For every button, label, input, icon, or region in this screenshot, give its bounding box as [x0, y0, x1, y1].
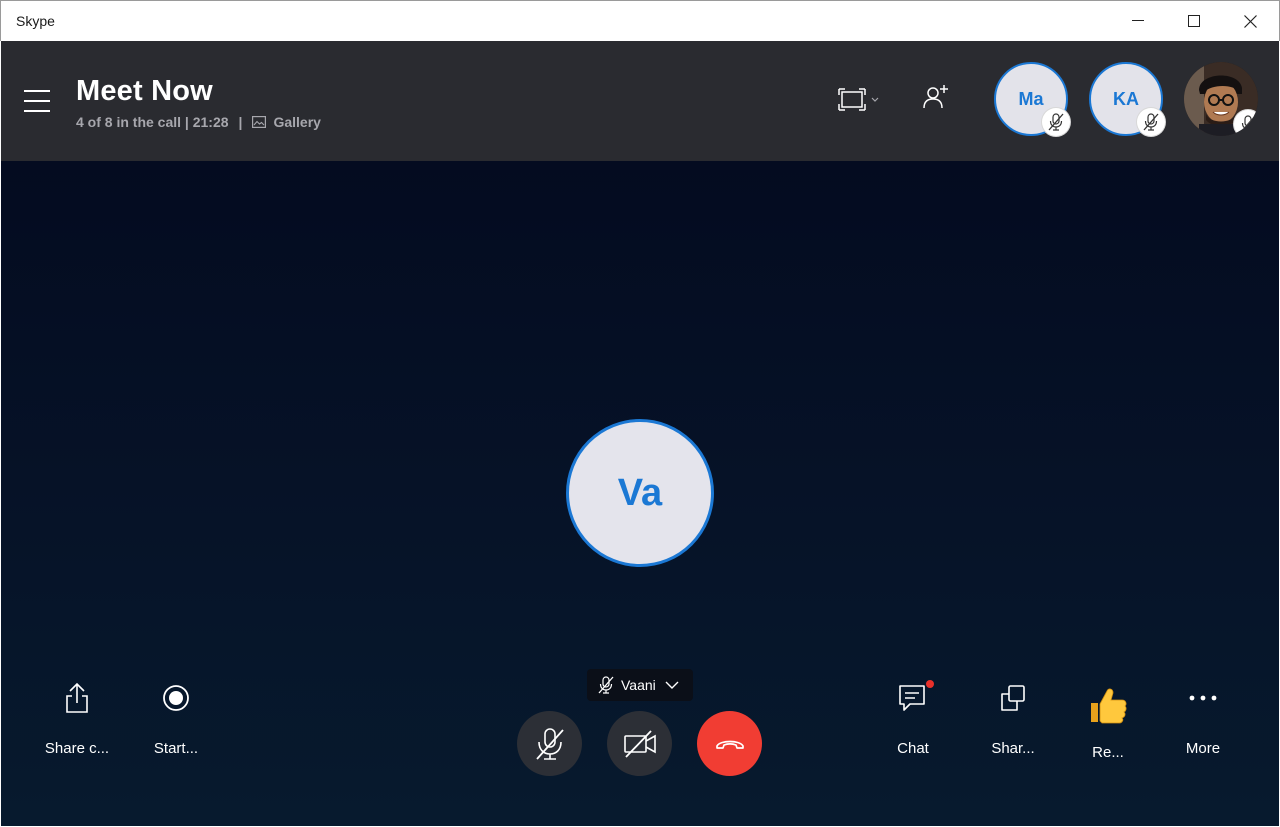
- share-screen-icon: [996, 681, 1030, 715]
- microphone-device-select[interactable]: Vaani: [587, 669, 693, 701]
- minimize-icon: [1131, 20, 1144, 21]
- share-screen-button[interactable]: Shar...: [963, 681, 1063, 771]
- mic-off-icon: [1240, 115, 1256, 133]
- muted-badge: [1234, 110, 1258, 136]
- more-label: More: [1185, 740, 1221, 757]
- close-window-button[interactable]: [1222, 1, 1279, 41]
- layout-icon: [838, 88, 879, 111]
- chevron-down-icon: [665, 681, 679, 689]
- participant-count: 4 of 8 in the call | 21:28: [76, 114, 229, 130]
- participant-avatar[interactable]: [1184, 62, 1258, 136]
- call-stage: Va Share c... Start... Vaani Chat Shar..…: [1, 161, 1279, 826]
- share-icon: [60, 681, 94, 715]
- meeting-title: Meet Now: [76, 75, 213, 107]
- participant-initials: KA: [1113, 88, 1139, 109]
- active-speaker-initials: Va: [617, 471, 663, 514]
- record-icon: [159, 681, 193, 715]
- meeting-subtitle: 4 of 8 in the call | 21:28 | Gallery: [76, 114, 321, 130]
- minimize-button[interactable]: [1109, 1, 1166, 41]
- chat-icon: [896, 681, 930, 715]
- react-button[interactable]: Re...: [1058, 681, 1158, 771]
- close-icon: [1244, 14, 1257, 28]
- maximize-icon: [1187, 15, 1200, 27]
- start-recording-label: Start...: [153, 740, 199, 757]
- gallery-icon: [252, 116, 267, 128]
- thumbs-up-icon: [1088, 685, 1128, 725]
- participant-avatar[interactable]: KA: [1089, 62, 1165, 136]
- share-screen-label: Shar...: [991, 740, 1035, 757]
- mic-off-icon: [598, 676, 614, 694]
- layout-switch-button[interactable]: [837, 87, 883, 113]
- start-recording-button[interactable]: Start...: [126, 681, 226, 771]
- add-person-icon: [923, 85, 948, 109]
- mic-off-icon: [535, 727, 564, 760]
- video-off-icon: [623, 729, 656, 758]
- window-titlebar: Skype: [0, 0, 1280, 41]
- mic-off-icon: [1143, 113, 1159, 131]
- video-toggle-button[interactable]: [607, 711, 672, 776]
- maximize-button[interactable]: [1165, 1, 1222, 41]
- participant-avatar[interactable]: Ma: [994, 62, 1070, 136]
- call-header: Meet Now 4 of 8 in the call | 21:28 | Ga…: [1, 41, 1279, 161]
- hang-up-icon: [715, 740, 744, 749]
- hamburger-icon: [24, 90, 50, 112]
- microphone-device-label: Vaani: [621, 677, 656, 693]
- subtitle-separator: |: [238, 114, 243, 130]
- more-icon: [1186, 681, 1220, 715]
- muted-badge: [1137, 108, 1165, 136]
- share-content-label: Share c...: [44, 740, 110, 757]
- mic-off-icon: [1048, 113, 1064, 131]
- view-mode-button[interactable]: Gallery: [273, 114, 320, 130]
- mute-toggle-button[interactable]: [517, 711, 582, 776]
- add-people-button[interactable]: [922, 84, 950, 112]
- more-options-button[interactable]: More: [1153, 681, 1253, 771]
- chat-label: Chat: [897, 740, 929, 757]
- participant-initials: Ma: [1018, 88, 1044, 109]
- share-content-button[interactable]: Share c...: [27, 681, 127, 771]
- chat-button[interactable]: Chat: [863, 680, 963, 771]
- menu-button[interactable]: [23, 87, 51, 115]
- unread-indicator: [926, 680, 934, 688]
- react-label: Re...: [1092, 744, 1124, 761]
- active-speaker-avatar: Va: [566, 419, 714, 567]
- end-call-button[interactable]: [697, 711, 762, 776]
- muted-badge: [1042, 108, 1070, 136]
- window-title: Skype: [16, 13, 55, 29]
